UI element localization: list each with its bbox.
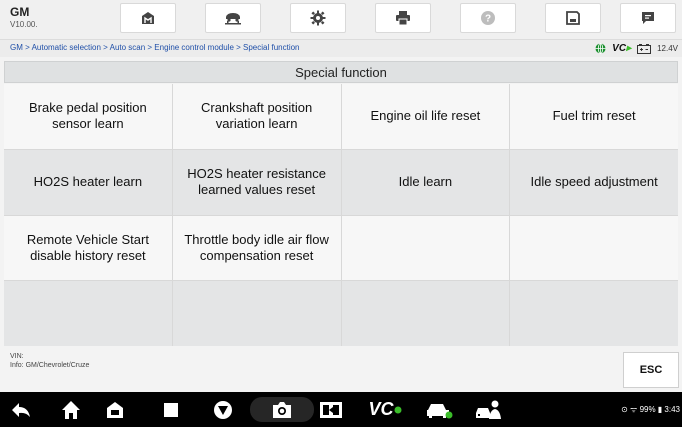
android-home-button[interactable]: [60, 397, 82, 422]
globe-icon: [595, 43, 606, 54]
message-icon: [642, 12, 654, 24]
function-ho2s-heater-learn[interactable]: HO2S heater learn: [4, 149, 172, 215]
vci-icon: [394, 406, 401, 413]
vci-label: VC: [612, 43, 627, 54]
function-remote-vehicle-start-reset[interactable]: Remote Vehicle Start disable history res…: [4, 215, 172, 281]
wifi-icon: ᯤ: [630, 405, 640, 414]
back-icon: [12, 402, 30, 417]
empty-cell: [341, 281, 510, 346]
message-button[interactable]: [620, 3, 676, 33]
empty-cell: [510, 215, 678, 281]
function-grid: Brake pedal position sensor learn Cranks…: [4, 84, 678, 346]
vci-button[interactable]: VC: [368, 397, 402, 422]
printer-icon: [396, 11, 410, 26]
screen: GM V10.00. ? GM > Automatic selection > …: [0, 0, 682, 427]
battery-icon: [637, 43, 652, 54]
car-icon: [427, 403, 453, 418]
settings-icon: [310, 10, 326, 26]
function-idle-speed-adjustment[interactable]: Idle speed adjustment: [510, 149, 678, 215]
vehicle-lift-button[interactable]: [205, 3, 261, 33]
vci-status: VC▸: [612, 43, 631, 54]
car-person-button[interactable]: [474, 397, 504, 422]
vehicle-info: VIN: Info: GM/Chevrolet/Cruze: [10, 352, 89, 370]
app-name: GM: [10, 5, 30, 19]
app-version: V10.00.: [10, 20, 38, 29]
function-throttle-body-compensation-reset[interactable]: Throttle body idle air flow compensation…: [172, 215, 341, 281]
vehicle-info-text: Info: GM/Chevrolet/Cruze: [10, 362, 90, 369]
function-engine-oil-life-reset[interactable]: Engine oil life reset: [341, 84, 510, 149]
print-button[interactable]: [375, 3, 431, 33]
android-nav-bar: VC ⊙ ᯤ 99% ▮ 3:43: [0, 392, 682, 427]
house-icon: [107, 401, 123, 418]
vehicle-lift-icon: [225, 13, 241, 25]
empty-cell: [341, 215, 510, 281]
vci-nav-label: VC: [368, 399, 394, 419]
top-toolbar: GM V10.00. ?: [0, 0, 682, 40]
page-title: Special function: [4, 61, 678, 83]
breadcrumb[interactable]: GM > Automatic selection > Auto scan > E…: [10, 43, 300, 52]
car-button[interactable]: [424, 397, 454, 422]
screenshot-icon: [320, 401, 342, 418]
home-icon: [142, 12, 154, 24]
car-person-icon: [476, 400, 501, 419]
function-brake-pedal-position-sensor-learn[interactable]: Brake pedal position sensor learn: [4, 84, 172, 149]
camera-icon: [273, 401, 291, 418]
recents-button[interactable]: [160, 397, 182, 422]
browser-icon: [214, 400, 232, 419]
home-button[interactable]: [120, 3, 176, 33]
help-button[interactable]: ?: [460, 3, 516, 33]
system-status: ⊙ ᯤ 99% ▮ 3:43: [621, 404, 680, 415]
back-button[interactable]: [10, 397, 32, 422]
empty-cell: [4, 281, 172, 346]
function-crankshaft-position-variation-learn[interactable]: Crankshaft position variation learn: [172, 84, 341, 149]
vin-label: VIN:: [10, 353, 24, 360]
breadcrumb-bar: GM > Automatic selection > Auto scan > E…: [0, 40, 682, 57]
location-icon: ⊙: [621, 405, 631, 414]
camera-button[interactable]: [250, 397, 314, 422]
footer: VIN: Info: GM/Chevrolet/Cruze ESC: [0, 348, 682, 392]
battery-status: 99% ▮ 3:43: [639, 405, 680, 414]
empty-cell: [172, 281, 341, 346]
empty-cell: [510, 281, 678, 346]
function-ho2s-heater-resistance-reset[interactable]: HO2S heater resistance learned values re…: [172, 149, 341, 215]
function-fuel-trim-reset[interactable]: Fuel trim reset: [510, 84, 678, 149]
recents-icon: [164, 402, 178, 417]
home-icon: [62, 400, 80, 419]
esc-button[interactable]: ESC: [623, 352, 679, 388]
svg-text:?: ?: [485, 14, 491, 25]
brand: GM V10.00.: [10, 6, 38, 31]
settings-button[interactable]: [290, 3, 346, 33]
save-button[interactable]: [545, 3, 601, 33]
battery-voltage: 12.4V: [657, 44, 678, 53]
screenshot-button[interactable]: [318, 397, 344, 422]
vci-connected-icon: ▸: [626, 43, 632, 54]
house-button[interactable]: [104, 397, 126, 422]
function-idle-learn[interactable]: Idle learn: [341, 149, 510, 215]
browser-button[interactable]: [212, 397, 234, 422]
connection-status: VC▸ 12.4V: [595, 42, 678, 55]
save-icon: [566, 11, 580, 25]
help-icon: ?: [481, 11, 495, 25]
